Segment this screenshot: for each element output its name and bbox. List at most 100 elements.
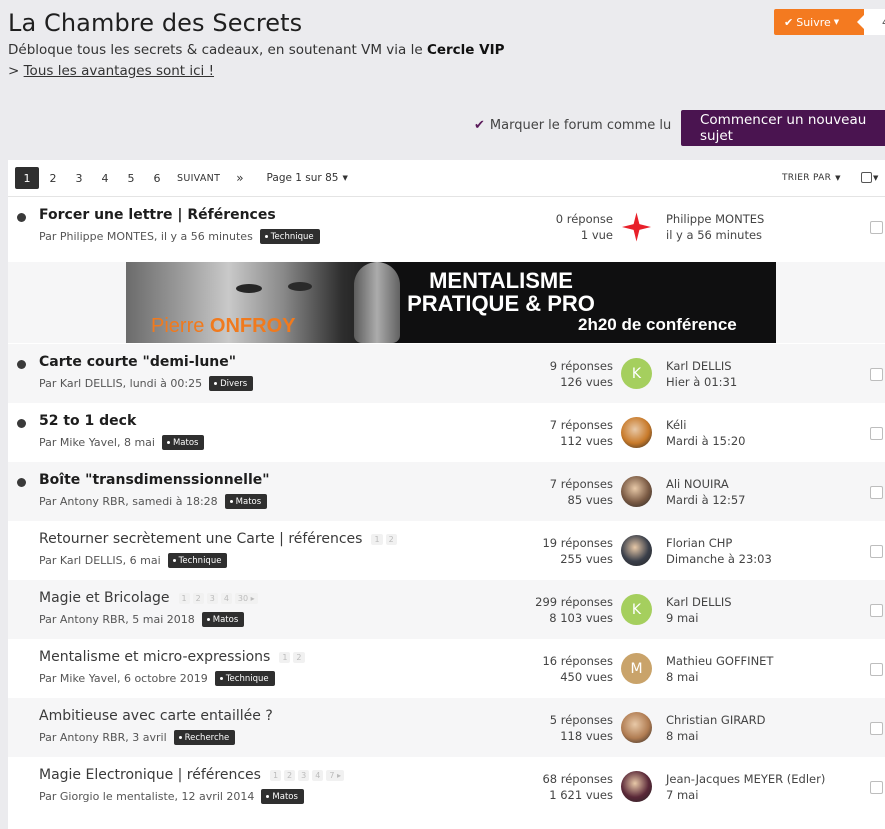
topic-title-link[interactable]: Mentalisme et micro-expressions 1 2: [39, 649, 305, 665]
avatar[interactable]: [621, 211, 652, 242]
topic-tag[interactable]: Matos: [161, 435, 205, 450]
topic-tag[interactable]: Matos: [261, 789, 304, 804]
last-post-time[interactable]: Mardi à 12:57: [666, 492, 746, 508]
page-link[interactable]: 6: [145, 167, 169, 189]
last-post-time[interactable]: 7 mai: [666, 787, 825, 803]
last-poster-link[interactable]: Kéli: [666, 417, 746, 433]
topic-page-link[interactable]: 1: [371, 533, 383, 545]
topic-row[interactable]: Ambitieuse avec carte entaillée ? Par An…: [8, 698, 885, 757]
topic-select-checkbox[interactable]: [870, 427, 883, 440]
avatar[interactable]: K: [621, 358, 652, 389]
topic-row[interactable]: Carte courte "demi-lune" Par Karl DELLIS…: [8, 344, 885, 403]
topic-page-link[interactable]: 3: [298, 769, 310, 781]
last-post-time[interactable]: 8 mai: [666, 728, 765, 744]
topic-page-link[interactable]: 2: [192, 592, 204, 604]
topic-tag[interactable]: Recherche: [173, 730, 236, 745]
page-link[interactable]: 4: [93, 167, 117, 189]
ad-banner[interactable]: Pierre ONFROY MENTALISME PRATIQUE & PRO …: [126, 262, 776, 343]
topic-page-link[interactable]: 7 ▸: [326, 769, 344, 781]
topic-title-link[interactable]: Forcer une lettre | Références: [39, 207, 276, 223]
unread-dot-icon: [17, 360, 26, 369]
last-post-time[interactable]: 9 mai: [666, 610, 732, 626]
topic-row[interactable]: Magie et Bricolage 1 2 3 4 30 ▸ Par Antony RB…: [8, 580, 885, 639]
topic-select-checkbox[interactable]: [870, 486, 883, 499]
last-post-time[interactable]: Mardi à 15:20: [666, 433, 746, 449]
topic-page-link[interactable]: 1: [279, 651, 291, 663]
select-all-checkbox[interactable]: [861, 172, 872, 183]
topic-title-link[interactable]: Magie et Bricolage 1 2 3 4 30 ▸: [39, 590, 258, 606]
last-poster-link[interactable]: Ali NOUIRA: [666, 476, 746, 492]
page-link[interactable]: 2: [41, 167, 65, 189]
topic-tag[interactable]: Matos: [201, 612, 245, 627]
last-post-time[interactable]: Hier à 01:31: [666, 374, 737, 390]
mark-forum-read-link[interactable]: ✔ Marquer le forum comme lu: [474, 118, 671, 133]
unread-dot-icon: [17, 478, 26, 487]
topic-select-checkbox[interactable]: [870, 604, 883, 617]
topic-title-link[interactable]: 52 to 1 deck: [39, 413, 136, 429]
bulk-select-dropdown[interactable]: ▼: [861, 172, 878, 183]
page-link[interactable]: 1: [15, 167, 39, 189]
caret-down-icon: ▼: [873, 173, 879, 182]
topic-page-link[interactable]: 4: [220, 592, 232, 604]
topic-row[interactable]: Boîte "transdimenssionnelle" Par Antony …: [8, 462, 885, 521]
avatar[interactable]: K: [621, 594, 652, 625]
topic-page-link[interactable]: 3: [206, 592, 218, 604]
topic-title-link[interactable]: Retourner secrètement une Carte | référe…: [39, 531, 397, 547]
topic-title-link[interactable]: Magie Electronique | références 1 2 3 4 7 ▸: [39, 767, 344, 783]
topic-tag[interactable]: Technique: [214, 671, 275, 686]
topic-page-link[interactable]: 30 ▸: [234, 592, 258, 604]
avatar[interactable]: [621, 712, 652, 743]
topic-title-link[interactable]: Boîte "transdimenssionnelle": [39, 472, 270, 488]
topic-page-link[interactable]: 4: [312, 769, 324, 781]
topic-page-link[interactable]: 1: [269, 769, 282, 781]
topic-page-link[interactable]: 2: [284, 769, 296, 781]
avatar[interactable]: [621, 535, 652, 566]
topic-row[interactable]: 52 to 1 deck Par Mike Yavel, 8 mai Matos…: [8, 403, 885, 462]
topic-tag[interactable]: Technique: [259, 229, 320, 244]
topic-tag[interactable]: Technique: [167, 553, 228, 568]
topic-tag[interactable]: Matos: [224, 494, 268, 509]
next-page-link[interactable]: SUIVANT: [177, 173, 220, 184]
avatar[interactable]: [621, 476, 652, 507]
topic-select-checkbox[interactable]: [870, 663, 883, 676]
page-link[interactable]: 5: [119, 167, 143, 189]
last-post-time[interactable]: il y a 56 minutes: [666, 227, 764, 243]
last-poster-link[interactable]: Florian CHP: [666, 535, 772, 551]
last-poster-link[interactable]: Philippe MONTES: [666, 211, 764, 227]
sort-dropdown[interactable]: TRIER PAR ▼: [782, 173, 841, 183]
topic-tag[interactable]: Divers: [209, 376, 254, 391]
page-jump-dropdown[interactable]: Page 1 sur 85 ▼: [267, 172, 348, 184]
last-poster-link[interactable]: Karl DELLIS: [666, 358, 737, 374]
vip-advantages-link[interactable]: Tous les avantages sont ici !: [24, 63, 214, 79]
page-link[interactable]: 3: [67, 167, 91, 189]
last-page-link[interactable]: »: [236, 171, 243, 185]
topic-row[interactable]: Mentalisme et micro-expressions 1 2 Par Mi…: [8, 639, 885, 698]
speaker-last-name: ONFROY: [209, 315, 296, 337]
topic-select-checkbox[interactable]: [870, 781, 883, 794]
last-poster-link[interactable]: Jean-Jacques MEYER (Edler): [666, 771, 825, 787]
topic-page-link[interactable]: 2: [385, 533, 397, 545]
last-post-time[interactable]: 8 mai: [666, 669, 773, 685]
topic-title-link[interactable]: Ambitieuse avec carte entaillée ?: [39, 708, 273, 724]
topic-title-text: 52 to 1 deck: [39, 413, 137, 429]
last-post-time[interactable]: Dimanche à 23:03: [666, 551, 772, 567]
avatar[interactable]: [621, 771, 652, 802]
topic-select-checkbox[interactable]: [870, 368, 883, 381]
topic-page-link[interactable]: 1: [178, 592, 190, 604]
topic-select-checkbox[interactable]: [870, 221, 883, 234]
topic-row[interactable]: Forcer une lettre | Références Par Phili…: [8, 197, 885, 256]
avatar[interactable]: M: [621, 653, 652, 684]
follow-button[interactable]: ✔ Suivre ▼: [774, 9, 864, 35]
page-links: 123456: [15, 167, 171, 189]
topic-row[interactable]: Retourner secrètement une Carte | référe…: [8, 521, 885, 580]
topic-title-link[interactable]: Carte courte "demi-lune": [39, 354, 236, 370]
topic-page-link[interactable]: 2: [293, 651, 305, 663]
last-poster-link[interactable]: Christian GIRARD: [666, 712, 765, 728]
topic-select-checkbox[interactable]: [870, 722, 883, 735]
last-poster-link[interactable]: Karl DELLIS: [666, 594, 732, 610]
topic-row[interactable]: Magie Electronique | références 1 2 3 4 7 ▸ P…: [8, 757, 885, 816]
topic-select-checkbox[interactable]: [870, 545, 883, 558]
new-topic-button[interactable]: Commencer un nouveau sujet: [681, 110, 885, 146]
last-poster-link[interactable]: Mathieu GOFFINET: [666, 653, 773, 669]
avatar[interactable]: [621, 417, 652, 448]
